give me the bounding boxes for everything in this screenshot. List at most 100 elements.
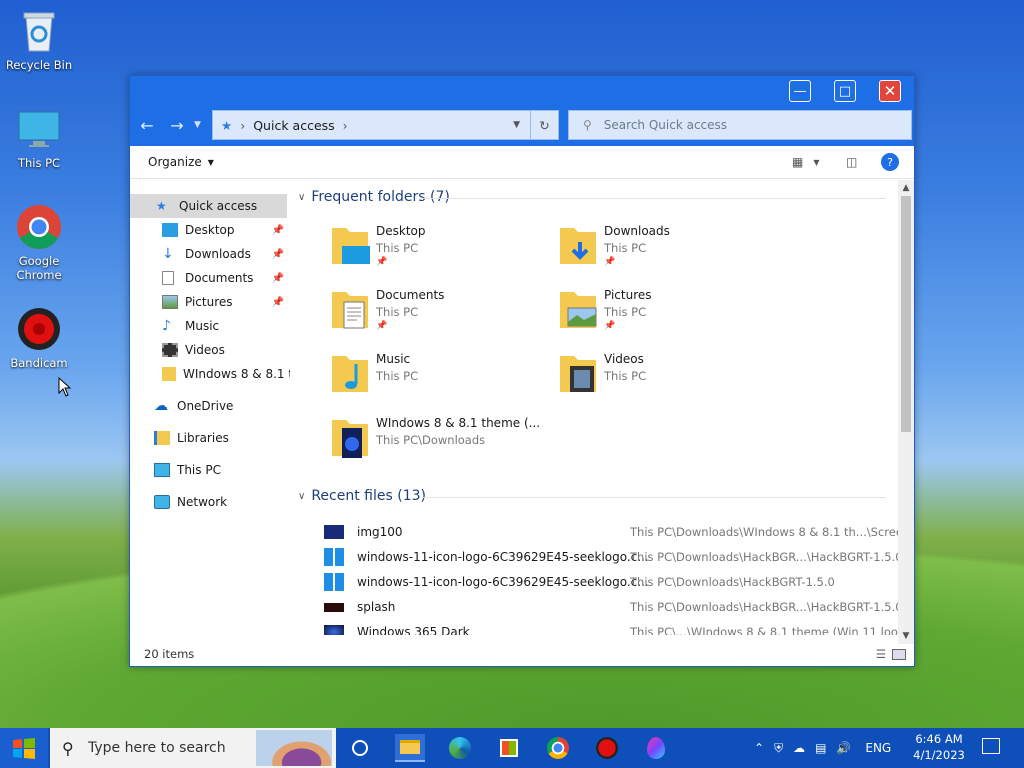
minimize-button[interactable]: — <box>789 80 811 102</box>
desktop-icon-bandicam[interactable]: Bandicam <box>3 306 75 370</box>
recent-file-row[interactable]: Windows 365 Dark This PC\...\WIndows 8 &… <box>324 620 900 635</box>
monitor-icon <box>16 106 62 152</box>
desktop-icon <box>162 223 178 237</box>
recent-files-header[interactable]: ∨ Recent files (13) <box>298 488 426 504</box>
sidebar-item-libraries[interactable]: Libraries <box>130 426 290 450</box>
recent-file-row[interactable]: img100 This PC\Downloads\WIndows 8 & 8.1… <box>324 520 900 544</box>
organize-button[interactable]: Organize ▼ <box>148 155 214 169</box>
sidebar-item-windows-theme[interactable]: WIndows 8 & 8.1 th <box>130 362 290 386</box>
preview-pane-button[interactable]: ◫ <box>846 155 857 169</box>
back-button[interactable]: ← <box>132 110 162 140</box>
recent-file-row[interactable]: splash This PC\Downloads\HackBGR...\Hack… <box>324 595 900 619</box>
sidebar-item-downloads[interactable]: ↓ Downloads 📌 <box>130 242 290 266</box>
search-input[interactable]: Search Quick access <box>604 118 727 132</box>
recent-file-row[interactable]: windows-11-icon-logo-6C39629E45-seeklogo… <box>324 570 892 594</box>
music-folder-icon <box>330 350 370 396</box>
breadcrumb-quick-access[interactable]: Quick access <box>253 118 334 133</box>
security-shield-icon[interactable]: ⛨ <box>774 741 783 756</box>
taskbar-edge[interactable] <box>445 734 475 762</box>
desktop-icon-this-pc[interactable]: This PC <box>3 106 75 170</box>
store-icon <box>500 739 518 757</box>
monitor-icon <box>154 463 170 477</box>
show-hidden-icons-chevron-icon[interactable]: ⌃ <box>754 741 764 755</box>
recent-file-row[interactable]: windows-11-icon-logo-6C39629E45-seeklogo… <box>324 545 900 569</box>
forward-button[interactable]: → <box>162 110 192 140</box>
minimize-icon: — <box>793 83 807 99</box>
sidebar-item-quick-access[interactable]: ★ Quick access <box>130 194 287 218</box>
taskbar-search-box[interactable]: ⚲ Type here to search <box>50 728 336 768</box>
folder-tile-desktop[interactable]: Desktop This PC 📌 <box>330 222 558 280</box>
pin-icon: 📌 <box>271 224 284 236</box>
chrome-icon <box>547 737 569 759</box>
file-name: windows-11-icon-logo-6C39629E45-seeklogo… <box>357 575 649 589</box>
file-name: img100 <box>357 525 403 539</box>
folder-tile-pictures[interactable]: Pictures This PC 📌 <box>558 286 786 344</box>
view-icon: ▦ <box>792 155 804 169</box>
desktop-icon-recycle-bin[interactable]: Recycle Bin <box>3 8 75 72</box>
taskbar-store[interactable] <box>494 734 524 762</box>
refresh-button[interactable]: ↻ <box>530 111 558 139</box>
network-icon[interactable]: ▤ <box>815 741 826 755</box>
pin-icon: 📌 <box>271 296 284 308</box>
desktop-icon-chrome[interactable]: Google Chrome <box>3 204 75 282</box>
frequent-folders-header[interactable]: ∨ Frequent folders (7) <box>298 189 450 205</box>
sidebar-item-pictures[interactable]: Pictures 📌 <box>130 290 290 314</box>
address-dropdown-icon[interactable]: ▼ <box>513 120 520 130</box>
search-box[interactable]: ⚲ Search Quick access <box>568 110 912 140</box>
sidebar-item-desktop[interactable]: Desktop 📌 <box>130 218 290 242</box>
change-view-button[interactable]: ▦ ▼ <box>792 155 820 169</box>
cortana-button[interactable] <box>345 734 375 762</box>
taskbar-file-explorer[interactable] <box>395 734 425 762</box>
file-path: This PC\Downloads\HackBGR...\HackBGRT-1.… <box>630 600 900 614</box>
folder-tile-videos[interactable]: Videos This PC <box>558 350 786 408</box>
folder-tile-windows-theme[interactable]: WIndows 8 & 8.1 theme (... This PC\Downlo… <box>330 414 590 472</box>
volume-icon[interactable]: 🔊 <box>836 741 851 755</box>
vertical-scrollbar[interactable]: ▲ ▼ <box>898 180 914 644</box>
taskbar-paint3d[interactable] <box>641 734 671 762</box>
address-bar[interactable]: ★ › Quick access › ▼ ↻ <box>212 110 559 140</box>
bandicam-icon <box>596 737 618 759</box>
sidebar-item-label: Videos <box>185 343 225 357</box>
folder-tile-music[interactable]: Music This PC <box>330 350 558 408</box>
sidebar-item-label: Desktop <box>185 223 235 237</box>
chevron-down-icon: ▼ <box>207 157 214 167</box>
clock[interactable]: 6:46 AM 4/1/2023 <box>912 731 966 763</box>
sidebar-item-documents[interactable]: Documents 📌 <box>130 266 290 290</box>
system-tray: ⌃ ⛨ ☁ ▤ 🔊 ENG <box>754 728 891 768</box>
sidebar-item-this-pc[interactable]: This PC <box>130 458 290 482</box>
sidebar-item-music[interactable]: ♪ Music <box>130 314 290 338</box>
details-view-icon[interactable]: ☰ <box>876 647 886 661</box>
scrollbar-thumb[interactable] <box>901 196 911 432</box>
folder-location: This PC <box>604 241 647 255</box>
onedrive-cloud-icon[interactable]: ☁ <box>793 741 805 755</box>
maximize-button[interactable]: □ <box>834 80 856 102</box>
sidebar-item-videos[interactable]: Videos <box>130 338 290 362</box>
search-icon: ⚲ <box>62 738 74 758</box>
sidebar-item-label: Downloads <box>185 247 251 261</box>
large-icons-view-icon[interactable] <box>892 648 906 660</box>
folder-location: This PC <box>376 369 419 383</box>
navigation-bar: ← → ▼ ★ › Quick access › ▼ ↻ ⚲ Search Qu… <box>130 110 914 140</box>
taskbar-chrome[interactable] <box>543 734 573 762</box>
taskbar-bandicam[interactable] <box>592 734 622 762</box>
recent-locations-chevron-icon[interactable]: ▼ <box>194 120 201 130</box>
sidebar-item-network[interactable]: Network <box>130 490 290 514</box>
sidebar-item-label: Quick access <box>179 199 258 213</box>
language-indicator[interactable]: ENG <box>865 741 891 755</box>
cortana-circle-icon <box>352 740 368 756</box>
folder-name: Downloads <box>604 224 670 238</box>
action-center-button[interactable] <box>982 738 1000 754</box>
scroll-up-icon[interactable]: ▲ <box>898 180 914 196</box>
back-arrow-icon: ← <box>140 115 154 135</box>
sidebar-item-onedrive[interactable]: ☁ OneDrive <box>130 394 290 418</box>
bandicam-icon <box>16 306 62 352</box>
folder-tile-documents[interactable]: Documents This PC 📌 <box>330 286 558 344</box>
help-button[interactable]: ? <box>881 153 899 171</box>
taskbar-search-input[interactable]: Type here to search <box>88 740 226 756</box>
folder-tile-downloads[interactable]: Downloads This PC 📌 <box>558 222 786 280</box>
sidebar-item-label: Libraries <box>177 431 229 445</box>
start-button[interactable] <box>0 728 48 768</box>
pin-icon: 📌 <box>271 248 284 260</box>
close-button[interactable]: ✕ <box>879 80 901 102</box>
document-icon <box>162 271 174 285</box>
